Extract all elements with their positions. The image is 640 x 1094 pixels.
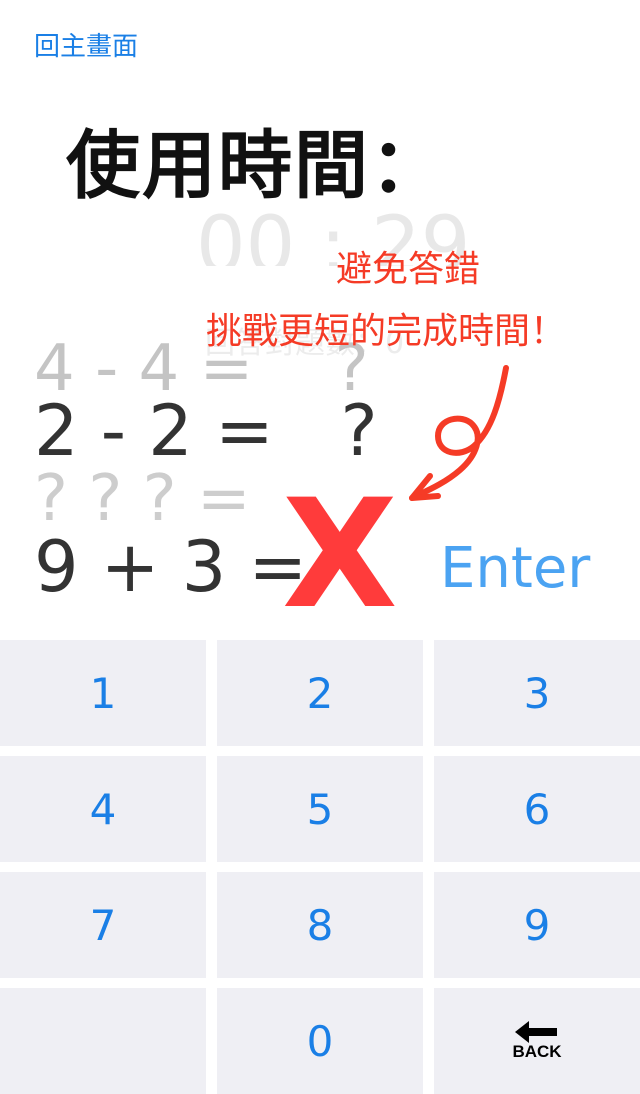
number-keypad: 1 2 3 4 5 6 7 8 9 0 BACK xyxy=(0,636,640,1094)
key-6[interactable]: 6 xyxy=(434,756,640,862)
back-arrow-icon xyxy=(515,1021,557,1043)
backspace-key[interactable]: BACK xyxy=(434,988,640,1094)
annotation-line-1: 避免答錯 xyxy=(336,249,481,290)
wrong-answer-mark: X xyxy=(282,468,398,642)
key-blank xyxy=(0,988,206,1094)
key-5[interactable]: 5 xyxy=(217,756,423,862)
key-3[interactable]: 3 xyxy=(434,640,640,746)
key-7[interactable]: 7 xyxy=(0,872,206,978)
backspace-label: BACK xyxy=(512,1042,562,1061)
current-equation: 2 - 2 = ? xyxy=(34,390,378,472)
annotation-line-2: 挑戰更短的完成時間！ xyxy=(206,311,567,352)
key-9[interactable]: 9 xyxy=(434,872,640,978)
next-equation: ? ? ? = xyxy=(34,462,251,536)
key-1[interactable]: 1 xyxy=(0,640,206,746)
key-8[interactable]: 8 xyxy=(217,872,423,978)
answered-equation: 9 + 3 = xyxy=(34,526,308,608)
annotation-arrow-icon xyxy=(409,365,509,501)
key-0[interactable]: 0 xyxy=(217,988,423,1094)
key-2[interactable]: 2 xyxy=(217,640,423,746)
back-to-home-link[interactable]: 回主畫面 xyxy=(34,26,138,63)
enter-button[interactable]: Enter xyxy=(440,536,590,601)
key-4[interactable]: 4 xyxy=(0,756,206,862)
